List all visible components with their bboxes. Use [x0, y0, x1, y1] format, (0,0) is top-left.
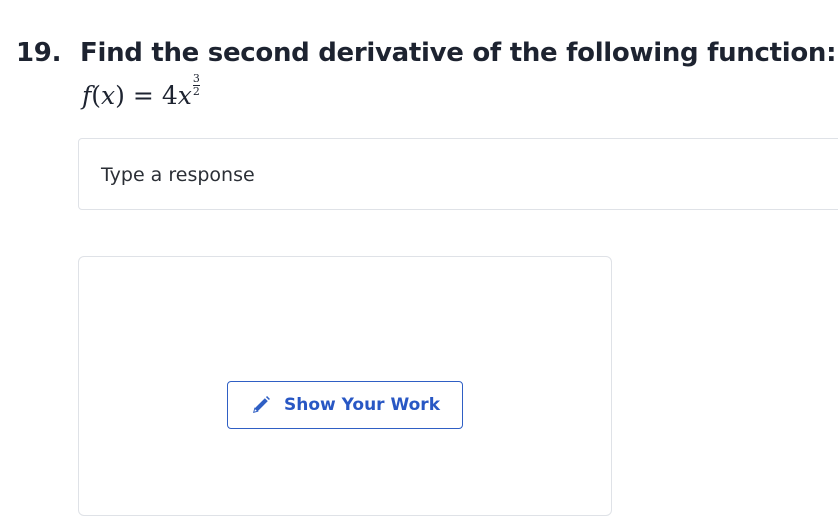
response-input[interactable]: Type a response — [78, 138, 838, 210]
coefficient: 4 — [161, 81, 178, 110]
pencil-icon — [253, 396, 270, 413]
function-name: f — [82, 81, 92, 110]
question-number: 19. — [16, 38, 62, 68]
function-equation: f(x) = 4x 3 2 — [82, 72, 200, 110]
show-your-work-button[interactable]: Show Your Work — [227, 381, 463, 429]
exponent-denominator: 2 — [192, 85, 200, 98]
exponent-fraction: 32 — [192, 72, 200, 98]
response-placeholder: Type a response — [101, 164, 255, 186]
show-work-panel: Show Your Work — [78, 256, 612, 516]
function-variable: x — [101, 81, 116, 110]
show-your-work-label: Show Your Work — [284, 395, 440, 415]
question-prompt: Find the second derivative of the follow… — [80, 38, 837, 68]
equals-sign: = — [132, 81, 154, 110]
exponent-numerator: 3 — [192, 72, 200, 85]
base-variable: x — [177, 81, 192, 110]
